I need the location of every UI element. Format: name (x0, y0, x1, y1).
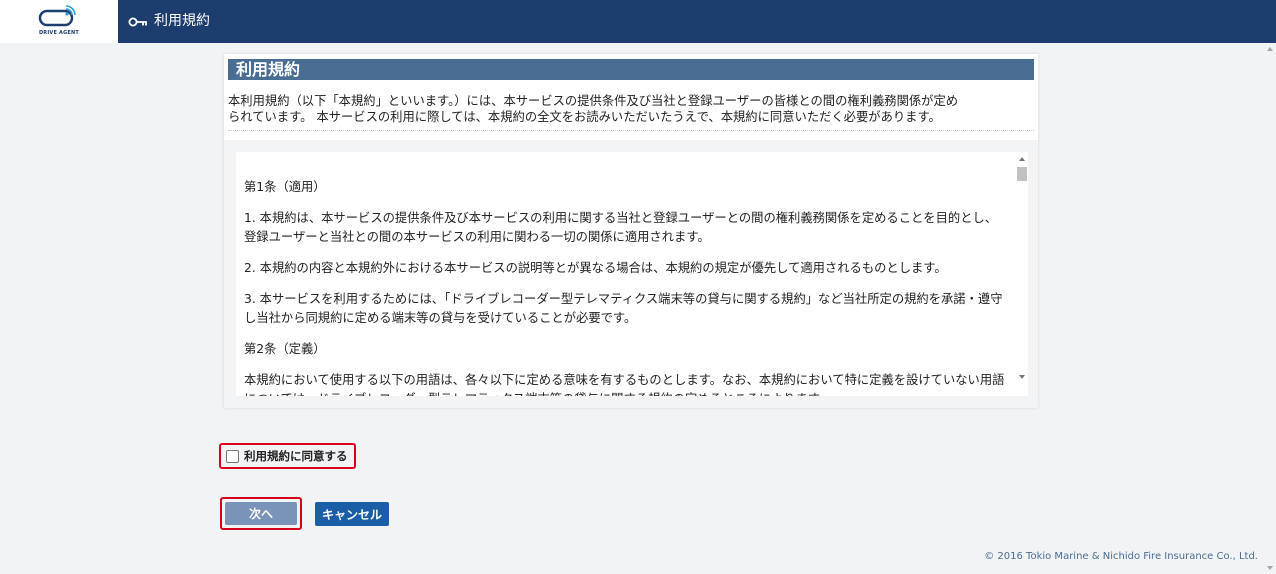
terms-paragraph: 2. 本規約の内容と本規約外における本サービスの説明等とが異なる場合は、本規約の… (244, 261, 947, 275)
section-title: 利用規約 (228, 59, 1034, 80)
divider (228, 130, 1034, 131)
terms-scroll-up-icon[interactable] (1019, 157, 1025, 161)
terms-scroll-thumb[interactable] (1017, 167, 1027, 181)
terms-scroll-area[interactable]: 第1条（適用） 1. 本規約は、本サービスの提供条件及び本サービスの利用に関する… (236, 152, 1028, 396)
cancel-button[interactable]: キャンセル (315, 502, 389, 526)
terms-paragraph: 本規約において使用する以下の用語は、各々以下に定める意味を有するものとします。な… (244, 373, 1005, 396)
terms-scrollbar[interactable] (1016, 154, 1028, 382)
page-header-title: 利用規約 (128, 0, 210, 43)
header-title-text: 利用規約 (154, 13, 210, 29)
next-button[interactable]: 次へ (225, 502, 297, 525)
scroll-down-arrow-icon[interactable] (1267, 566, 1273, 570)
intro-text: 本利用規約（以下「本規約」といいます。）には、本サービスの提供条件及び当社と登録… (228, 94, 959, 124)
scroll-up-arrow-icon[interactable] (1267, 47, 1273, 51)
agree-checkbox-group[interactable]: 利用規約に同意する (219, 443, 356, 469)
terms-scroll-down-icon[interactable] (1019, 375, 1025, 379)
next-button-highlight: 次へ (220, 497, 302, 530)
agree-label[interactable]: 利用規約に同意する (244, 448, 348, 464)
page-scrollbar[interactable] (1264, 43, 1276, 574)
terms-paragraph: 1. 本規約は、本サービスの提供条件及び本サービスの利用に関する当社と登録ユーザ… (244, 211, 998, 244)
terms-card: 利用規約 本利用規約（以下「本規約」といいます。）には、本サービスの提供条件及び… (224, 54, 1038, 408)
agree-checkbox[interactable] (226, 449, 239, 463)
key-icon (128, 16, 148, 28)
drive-agent-logo-icon (38, 5, 76, 27)
logo-text: DRIVE AGENT (38, 30, 80, 36)
terms-frame: 第1条（適用） 1. 本規約は、本サービスの提供条件及び本サービスの利用に関する… (224, 140, 1038, 408)
terms-paragraph: 3. 本サービスを利用するためには、「ドライブレコーダー型テレマティクス端末等の… (244, 292, 1003, 325)
footer-copyright: © 2016 Tokio Marine & Nichido Fire Insur… (984, 551, 1258, 562)
drive-agent-logo[interactable]: DRIVE AGENT (0, 0, 118, 43)
terms-content: 第1条（適用） 1. 本規約は、本サービスの提供条件及び本サービスの利用に関する… (244, 178, 1006, 396)
app-header: DRIVE AGENT 利用規約 (0, 0, 1276, 43)
terms-paragraph: 第2条（定義） (244, 342, 326, 356)
terms-paragraph: 第1条（適用） (244, 180, 326, 194)
